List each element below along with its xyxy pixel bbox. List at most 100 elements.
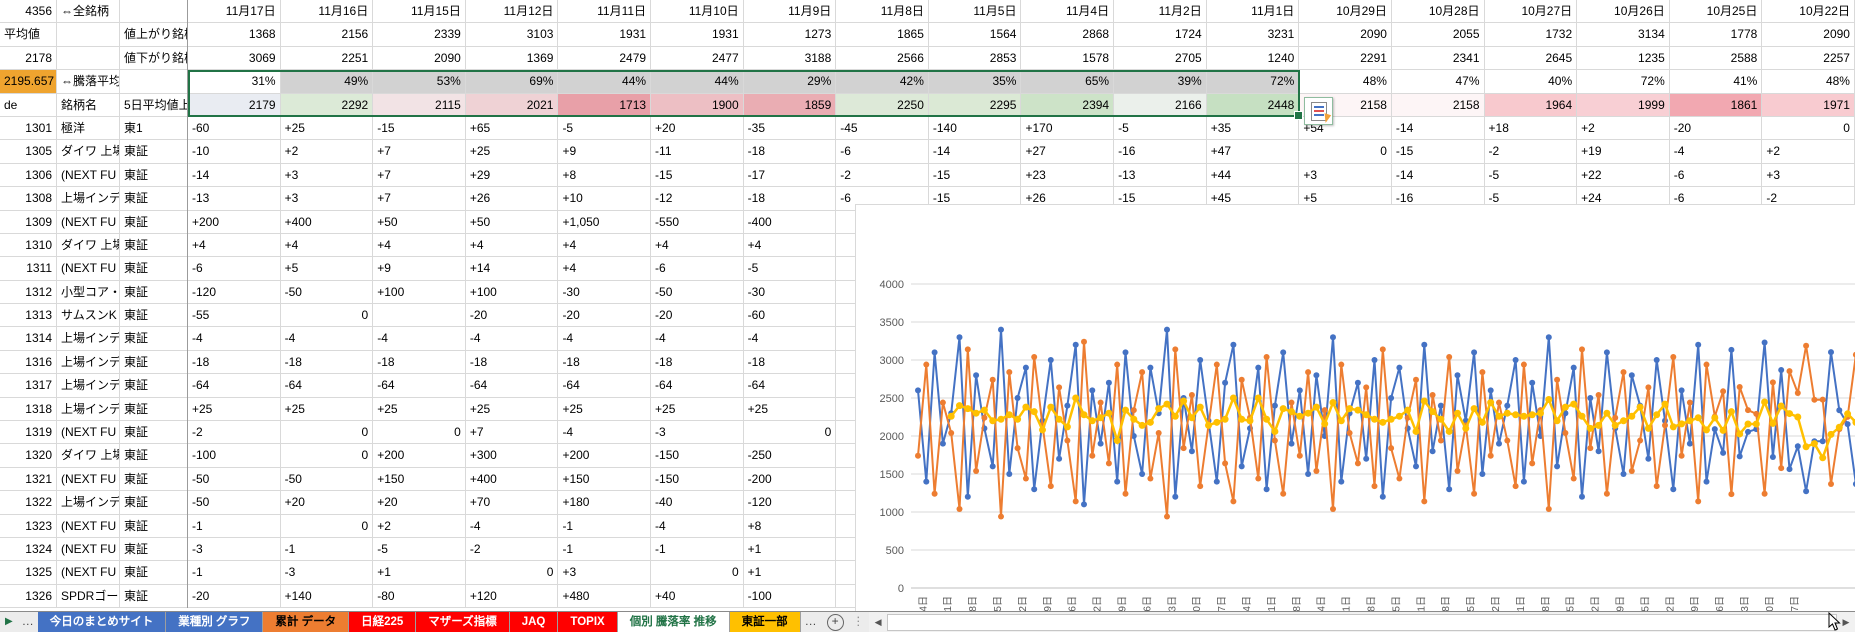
stock-change-value[interactable]: +7 <box>466 421 559 444</box>
stock-change-value[interactable]: -40 <box>651 491 744 514</box>
losers-value[interactable]: 3188 <box>744 47 837 70</box>
stock-market[interactable]: 東証 <box>120 257 188 280</box>
stock-change-value[interactable]: -15 <box>373 117 466 140</box>
stock-change-value[interactable]: +29 <box>466 164 559 187</box>
stock-change-value[interactable]: +1 <box>373 561 466 584</box>
stock-change-value[interactable]: -5 <box>1485 164 1578 187</box>
stock-change-value[interactable]: -2 <box>188 421 281 444</box>
avg5d-value[interactable]: 2021 <box>466 94 559 117</box>
stock-change-value[interactable]: +8 <box>744 515 837 538</box>
avg5d-value[interactable]: 1999 <box>1577 94 1670 117</box>
stock-change-value[interactable]: -2 <box>836 164 929 187</box>
avg5d-value[interactable]: 1964 <box>1485 94 1578 117</box>
stock-change-value[interactable]: -4 <box>466 515 559 538</box>
stock-change-value[interactable]: -5 <box>558 117 651 140</box>
stock-code[interactable]: 1323 <box>0 515 57 538</box>
stock-change-value[interactable]: -20 <box>558 304 651 327</box>
stock-change-value[interactable]: -45 <box>836 117 929 140</box>
date-header[interactable]: 11月5日 <box>929 0 1022 23</box>
stock-change-value[interactable]: -14 <box>929 140 1022 163</box>
stock-change-value[interactable]: -64 <box>281 374 374 397</box>
stock-change-value[interactable]: +1 <box>744 561 837 584</box>
stock-change-value[interactable]: -4 <box>558 421 651 444</box>
stock-market[interactable]: 東証 <box>120 491 188 514</box>
losers-value[interactable]: 2479 <box>558 47 651 70</box>
stock-change-value[interactable]: -120 <box>188 281 281 304</box>
stock-change-value[interactable]: -12 <box>651 187 744 210</box>
updown-pct-value[interactable]: 72% <box>1207 70 1300 93</box>
stock-market[interactable]: 東証 <box>120 327 188 350</box>
stock-change-value[interactable]: +26 <box>466 187 559 210</box>
stock-change-value[interactable]: +4 <box>744 234 837 257</box>
sheet-tab-4[interactable]: 日経225 <box>349 612 416 632</box>
stock-change-value[interactable]: -18 <box>744 351 837 374</box>
stock-change-value[interactable]: -18 <box>188 351 281 374</box>
losers-value[interactable]: 2705 <box>1114 47 1207 70</box>
updown-pct-value[interactable]: 48% <box>1299 70 1392 93</box>
stock-change-value[interactable]: 0 <box>1299 140 1392 163</box>
cell-total-issues[interactable]: 4356 <box>0 0 57 23</box>
stock-change-value[interactable]: +65 <box>466 117 559 140</box>
stock-change-value[interactable]: -1 <box>558 515 651 538</box>
sheet-tab-5[interactable]: マザーズ指標 <box>416 612 509 632</box>
stock-change-value[interactable]: +3 <box>1299 164 1392 187</box>
date-header[interactable]: 10月27日 <box>1485 0 1578 23</box>
stock-change-value[interactable]: 0 <box>281 444 374 467</box>
gainers-value[interactable]: 2339 <box>373 23 466 46</box>
stock-market[interactable]: 東証 <box>120 398 188 421</box>
gainers-value[interactable]: 1368 <box>188 23 281 46</box>
stock-market[interactable]: 東証 <box>120 444 188 467</box>
stock-code[interactable]: 1326 <box>0 585 57 608</box>
stock-change-value[interactable]: -150 <box>651 468 744 491</box>
avg5d-value[interactable]: 1861 <box>1670 94 1763 117</box>
stock-name[interactable]: (NEXT FU <box>57 164 120 187</box>
stock-change-value[interactable]: +40 <box>651 585 744 608</box>
stock-change-value[interactable]: +480 <box>558 585 651 608</box>
updown-pct-value[interactable]: 47% <box>1392 70 1485 93</box>
stock-change-value[interactable]: -18 <box>744 140 837 163</box>
stock-change-value[interactable]: +3 <box>1762 164 1855 187</box>
stock-change-value[interactable]: +300 <box>466 444 559 467</box>
stock-change-value[interactable]: +150 <box>558 468 651 491</box>
gainers-value[interactable]: 1778 <box>1670 23 1763 46</box>
stock-code[interactable]: 1305 <box>0 140 57 163</box>
date-header[interactable]: 11月16日 <box>281 0 374 23</box>
losers-value[interactable]: 2341 <box>1392 47 1485 70</box>
stock-code[interactable]: 1312 <box>0 281 57 304</box>
stock-code[interactable]: 1308 <box>0 187 57 210</box>
stock-change-value[interactable]: +25 <box>466 398 559 421</box>
stock-change-value[interactable]: +25 <box>188 398 281 421</box>
stock-change-value[interactable]: +200 <box>558 444 651 467</box>
stock-name[interactable]: 上場インデ <box>57 187 120 210</box>
updown-pct-value[interactable]: 48% <box>1762 70 1855 93</box>
stock-change-value[interactable]: +400 <box>466 468 559 491</box>
stock-market[interactable]: 東証 <box>120 515 188 538</box>
losers-value[interactable]: 2257 <box>1762 47 1855 70</box>
stock-change-value[interactable]: -10 <box>188 140 281 163</box>
sheet-nav-arrow[interactable]: ▶ <box>0 612 18 632</box>
stock-change-value[interactable]: +7 <box>373 187 466 210</box>
date-header[interactable]: 10月28日 <box>1392 0 1485 23</box>
avg5d-value[interactable]: 1713 <box>558 94 651 117</box>
updown-pct-value[interactable]: 53% <box>373 70 466 93</box>
stock-market[interactable]: 東証 <box>120 164 188 187</box>
cell-blank[interactable] <box>120 70 188 93</box>
stock-change-value[interactable]: +50 <box>466 211 559 234</box>
losers-value[interactable]: 1240 <box>1207 47 1300 70</box>
paste-options-button[interactable] <box>1304 97 1333 125</box>
sheet-tabs-more-icon[interactable]: … <box>801 612 821 632</box>
stock-change-value[interactable]: +9 <box>558 140 651 163</box>
stock-change-value[interactable]: -35 <box>744 117 837 140</box>
stock-change-value[interactable]: -11 <box>651 140 744 163</box>
updown-pct-value[interactable]: 44% <box>651 70 744 93</box>
stock-change-value[interactable]: +23 <box>1021 164 1114 187</box>
stock-change-value[interactable]: -1 <box>188 561 281 584</box>
stock-change-value[interactable]: -4 <box>466 327 559 350</box>
updown-pct-value[interactable]: 65% <box>1021 70 1114 93</box>
stock-change-value[interactable]: +25 <box>466 140 559 163</box>
stock-change-value[interactable]: +4 <box>188 234 281 257</box>
stock-change-value[interactable]: +50 <box>373 211 466 234</box>
gainers-value[interactable]: 2156 <box>281 23 374 46</box>
stock-change-value[interactable]: 0 <box>1762 117 1855 140</box>
stock-change-value[interactable]: -6 <box>1670 164 1763 187</box>
